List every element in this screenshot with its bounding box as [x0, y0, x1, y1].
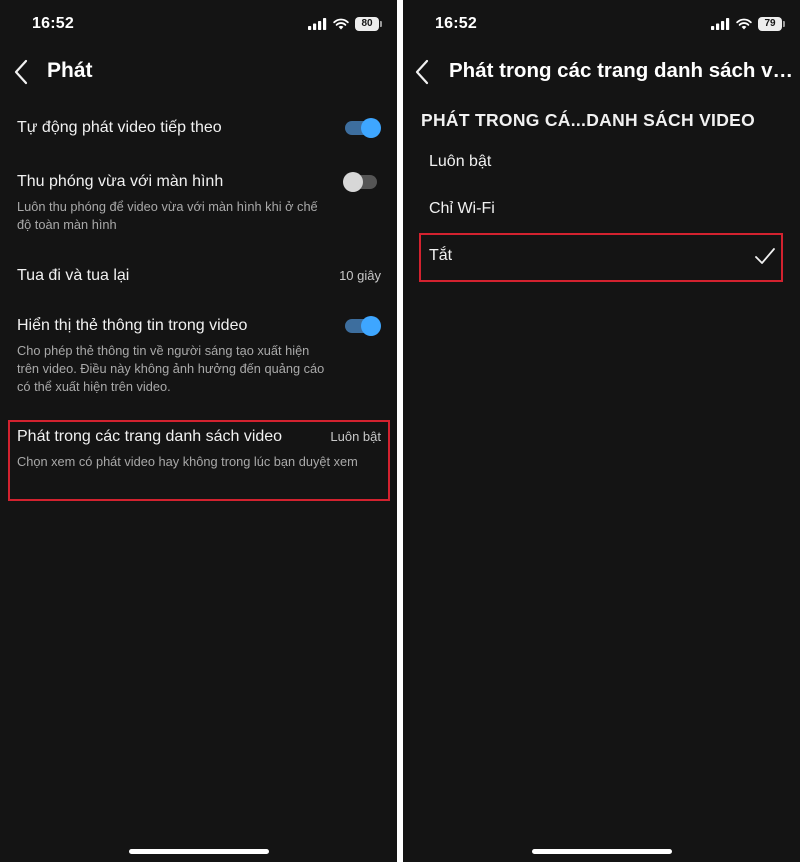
battery-icon: 79 [758, 17, 785, 31]
signal-icon [711, 18, 730, 30]
toggle-knob [361, 118, 381, 138]
app-bar: Phát trong các trang danh sách vi... [403, 52, 800, 92]
option-wifi-only[interactable]: Chỉ Wi-Fi [429, 195, 776, 225]
setting-title: Thu phóng vừa với màn hình [17, 173, 224, 190]
setting-seek-duration[interactable]: Tua đi và tua lại 10 giây [17, 266, 381, 288]
setting-title: Tua đi và tua lại [17, 267, 130, 284]
setting-value: 10 giây [339, 268, 381, 283]
option-label: Luôn bật [429, 153, 492, 170]
status-bar: 16:52 79 [403, 0, 800, 50]
wifi-icon [333, 18, 349, 30]
playback-settings-screen: 16:52 80 Phát Tự động phát video tiếp th… [0, 0, 397, 862]
section-heading: PHÁT TRONG CÁ...DANH SÁCH VIDEO [421, 110, 756, 130]
info-cards-toggle[interactable] [345, 316, 381, 336]
setting-zoom-to-fill[interactable]: Thu phóng vừa với màn hình Luôn thu phón… [17, 172, 381, 234]
highlight-box [8, 420, 390, 501]
battery-icon: 80 [355, 17, 382, 31]
zoom-to-fill-toggle[interactable] [343, 172, 381, 192]
page-title: Phát trong các trang danh sách vi... [449, 59, 794, 82]
setting-title: Hiển thị thẻ thông tin trong video [17, 317, 248, 334]
setting-description: Cho phép thẻ thông tin về người sáng tạo… [17, 343, 325, 394]
back-arrow-icon[interactable] [12, 58, 32, 86]
status-icons: 80 [308, 16, 382, 32]
back-arrow-icon[interactable] [413, 58, 433, 86]
setting-title: Tự động phát video tiếp theo [17, 119, 222, 136]
status-time: 16:52 [435, 15, 477, 32]
setting-description: Luôn thu phóng để video vừa với màn hình… [17, 199, 318, 232]
setting-info-cards[interactable]: Hiển thị thẻ thông tin trong video Cho p… [17, 316, 381, 396]
home-indicator [531, 849, 672, 854]
toggle-knob [361, 316, 381, 336]
home-indicator [128, 849, 269, 854]
playback-in-feeds-screen: 16:52 79 Phát trong các trang danh sách … [403, 0, 800, 862]
option-always-on[interactable]: Luôn bật [429, 148, 776, 178]
setting-autoplay-next[interactable]: Tự động phát video tiếp theo [17, 118, 381, 140]
autoplay-toggle[interactable] [345, 118, 381, 138]
wifi-icon [736, 18, 752, 30]
page-title: Phát [47, 59, 93, 82]
signal-icon [308, 18, 327, 30]
status-icons: 79 [711, 16, 785, 32]
toggle-knob [343, 172, 363, 192]
highlight-box [419, 233, 783, 282]
status-bar: 16:52 80 [0, 0, 397, 50]
option-label: Chỉ Wi-Fi [429, 200, 495, 217]
app-bar: Phát [0, 52, 397, 92]
status-time: 16:52 [32, 15, 74, 32]
